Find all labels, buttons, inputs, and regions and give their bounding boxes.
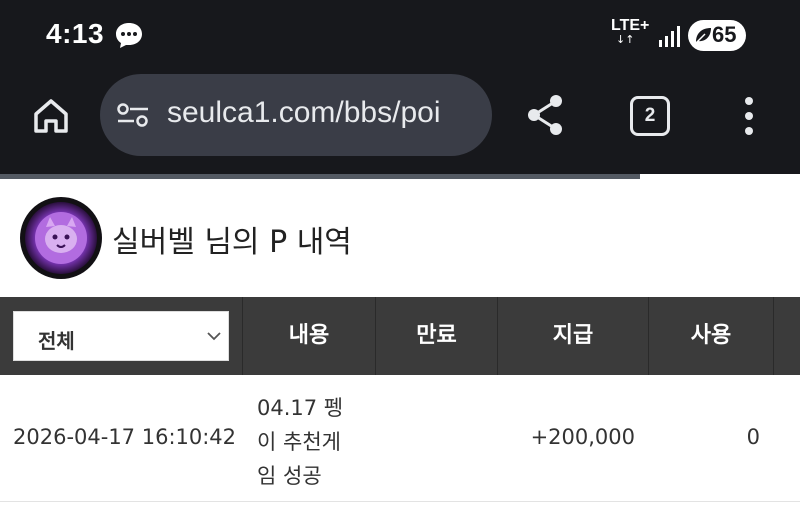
battery-level: 65	[712, 22, 737, 47]
signal-icon	[659, 26, 680, 47]
chevron-down-icon	[207, 332, 221, 341]
cell-used: 0	[746, 425, 760, 449]
avatar-character-icon	[25, 202, 97, 274]
column-header-expiry: 만료	[375, 297, 497, 375]
status-time: 4:13	[46, 18, 105, 49]
browser-toolbar: seulca1.com/bbs/poi 2	[0, 70, 800, 174]
column-header-paid: 지급	[497, 297, 648, 375]
cell-content-line: 임 성공	[257, 464, 322, 488]
url-text[interactable]: seulca1.com/bbs/poi	[167, 96, 477, 130]
data-arrows-icon: ↓↑	[616, 33, 635, 46]
address-bar[interactable]: seulca1.com/bbs/poi	[100, 74, 492, 156]
message-icon	[116, 23, 142, 48]
filter-selected-value: 전체	[38, 329, 75, 353]
share-icon[interactable]	[525, 93, 567, 137]
page-title: 실버벨 님의 P 내역	[112, 225, 352, 260]
home-icon[interactable]	[30, 95, 72, 137]
table-row: 2026-04-17 16:10:42 04.17 펭 이 추천게 임 성공 +…	[0, 375, 800, 502]
cell-content: 04.17 펭 이 추천게 임 성공	[257, 391, 367, 493]
column-header-content: 내용	[242, 297, 375, 375]
more-options-icon[interactable]	[738, 95, 760, 137]
profile-header: 실버벨 님의 P 내역	[0, 179, 800, 297]
column-header-used: 사용	[648, 297, 773, 375]
tab-switcher-button[interactable]: 2	[630, 96, 670, 136]
cell-content-line: 04.17 펭	[257, 396, 344, 420]
cell-datetime: 2026-04-17 16:10:42	[13, 425, 237, 449]
power-saving-leaf-icon	[695, 28, 711, 44]
cell-content-line: 이 추천게	[257, 430, 341, 454]
column-header-extra	[773, 297, 800, 375]
table-header: 전체 내용 만료 지급 사용	[0, 297, 800, 375]
cell-paid: +200,000	[530, 425, 635, 449]
status-bar: 4:13 LTE+ ↓↑ 65	[0, 0, 800, 70]
site-settings-icon[interactable]	[116, 102, 150, 128]
battery-indicator: 65	[688, 20, 746, 51]
filter-select[interactable]: 전체	[13, 311, 229, 361]
avatar	[20, 197, 102, 279]
network-type: LTE+	[611, 17, 650, 34]
